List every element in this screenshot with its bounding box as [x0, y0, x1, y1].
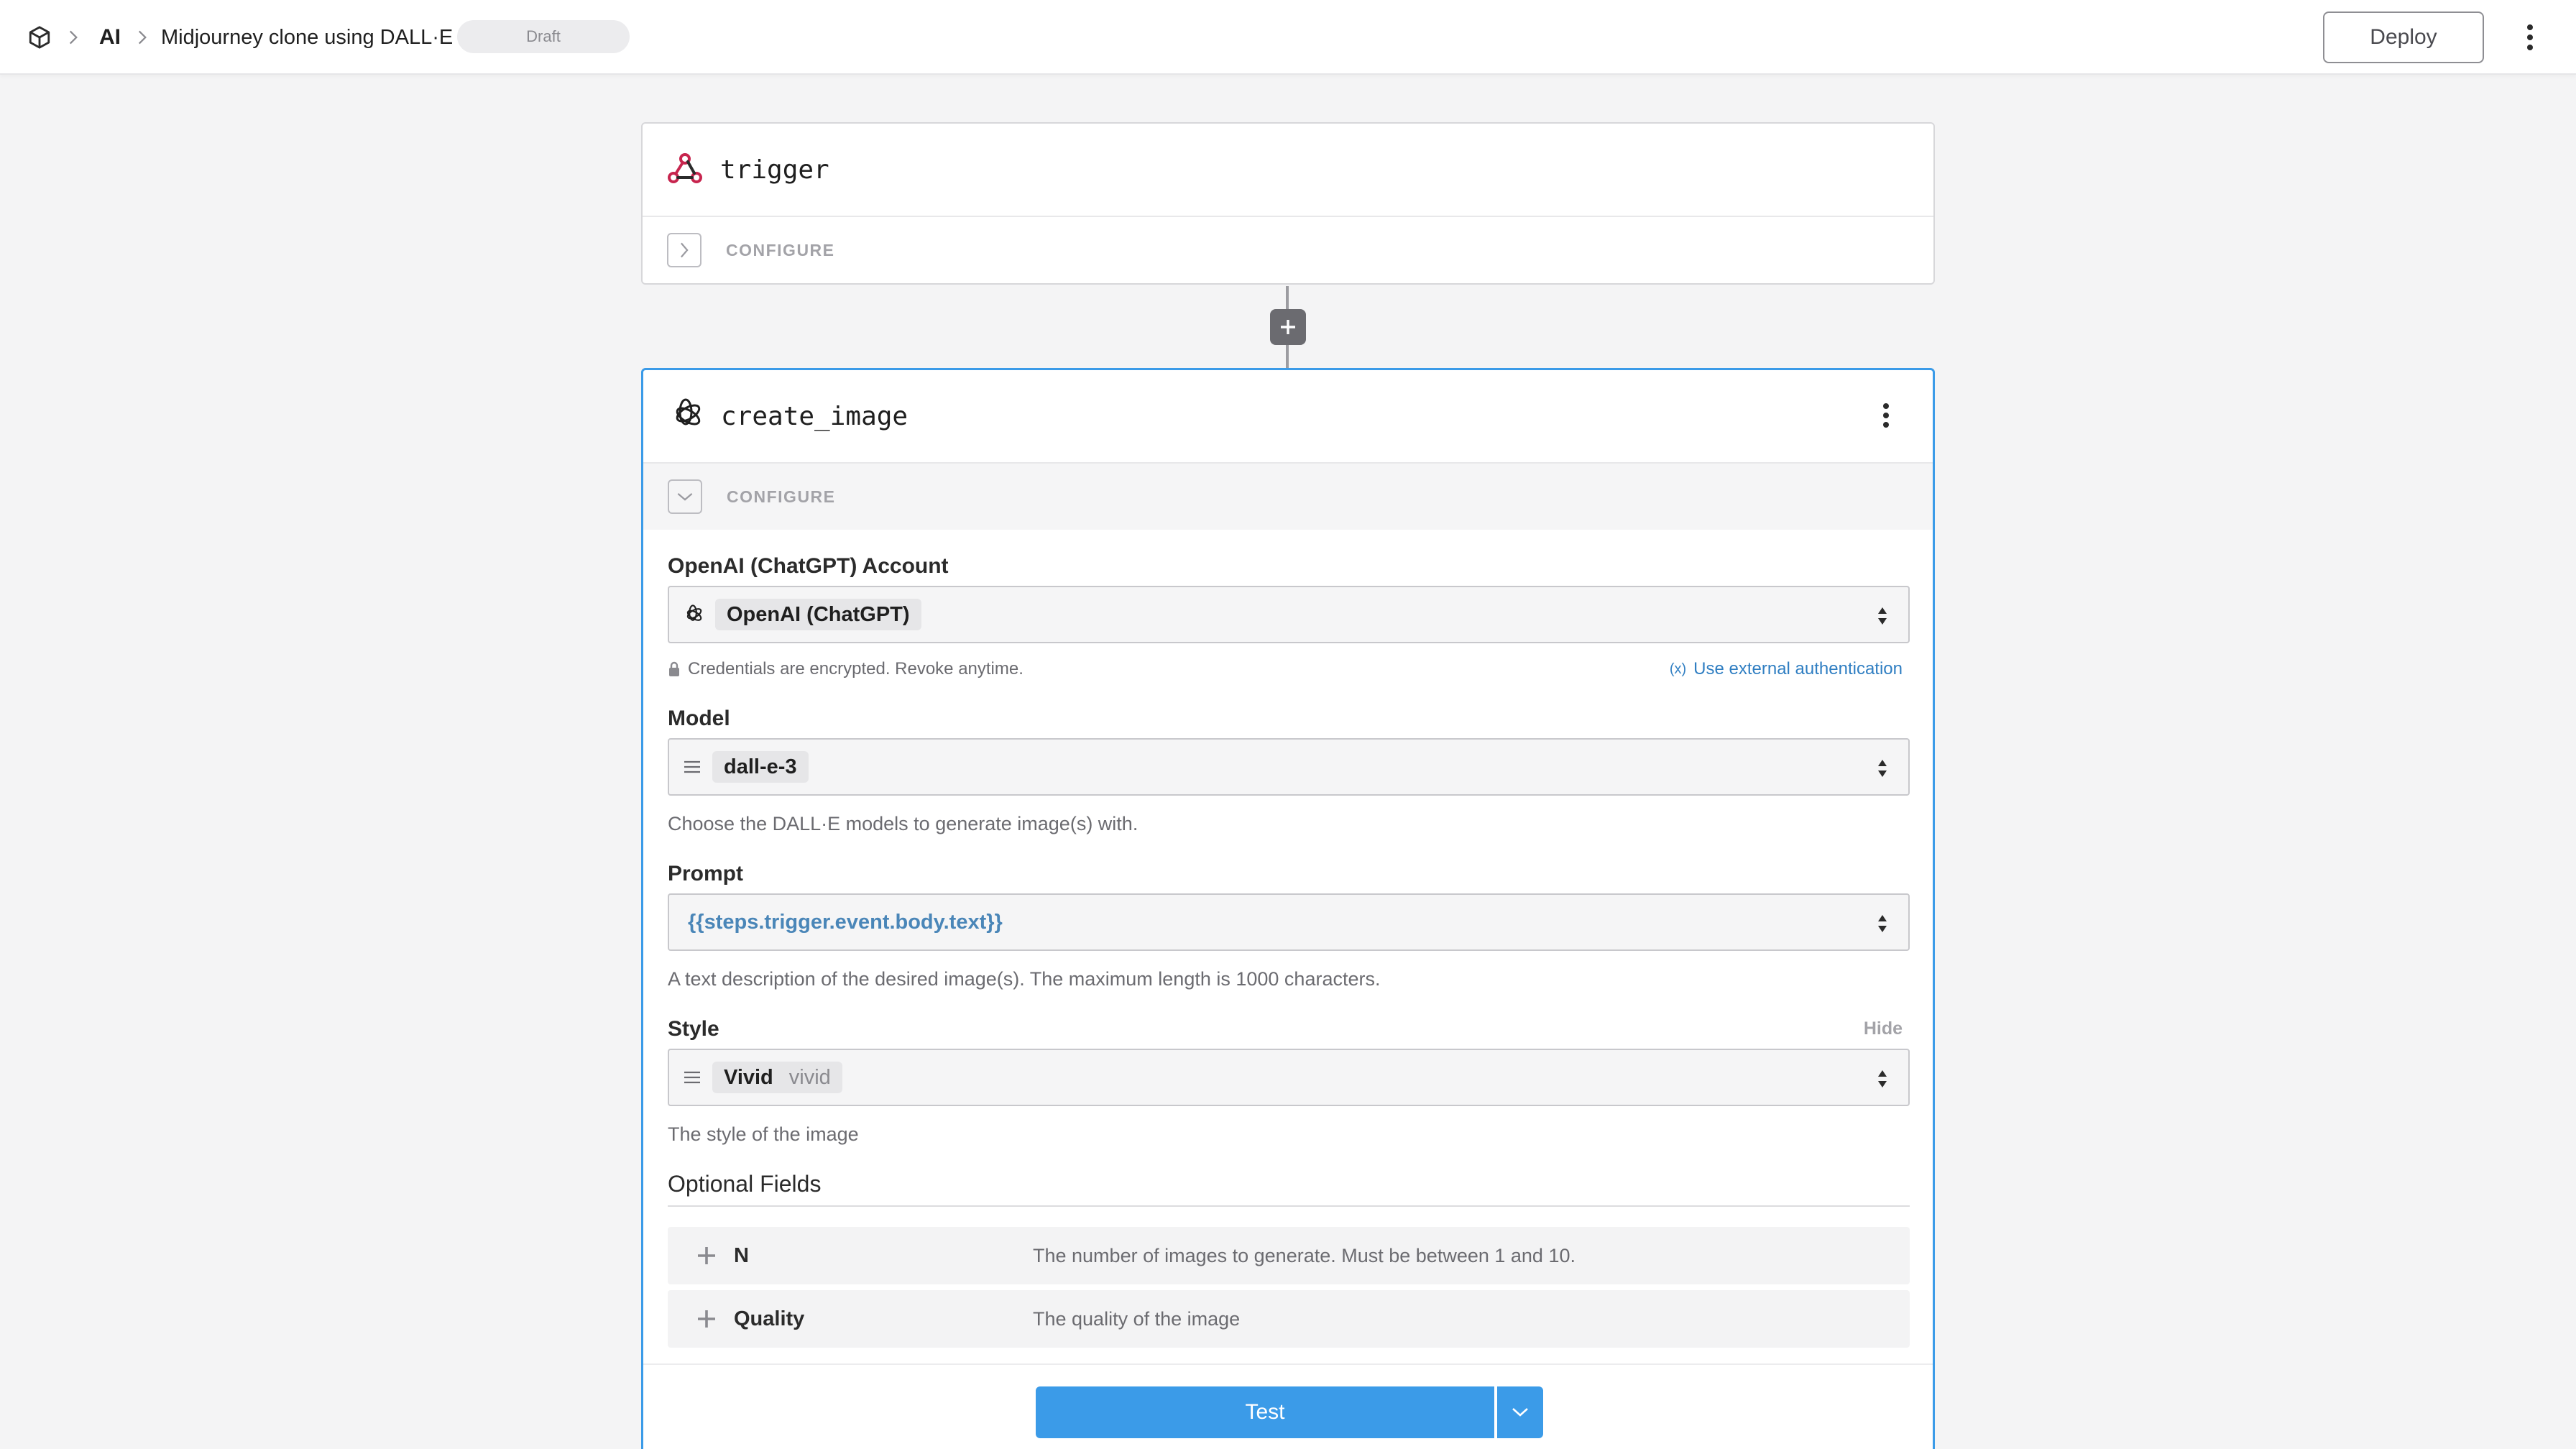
prompt-hint: A text description of the desired image(…: [668, 968, 1381, 990]
plus-icon[interactable]: [696, 1309, 717, 1329]
credentials-note-text: Credentials are encrypted. Revoke anytim…: [688, 659, 1024, 678]
style-value-key: vivid: [788, 1065, 831, 1089]
style-label: Style: [668, 1017, 719, 1041]
account-select[interactable]: OpenAI (ChatGPT): [668, 586, 1910, 643]
chevron-right-icon: [68, 0, 79, 75]
more-options-icon[interactable]: [2526, 24, 2534, 50]
model-hint: Choose the DALL·E models to generate ima…: [668, 813, 1138, 834]
lock-icon: [669, 661, 679, 676]
test-options-button[interactable]: [1497, 1386, 1543, 1438]
step-name[interactable]: create_image: [721, 402, 908, 431]
select-arrows-icon: [1878, 760, 1887, 777]
openai-logo-icon: [682, 604, 704, 625]
external-auth-text[interactable]: Use external authentication: [1693, 659, 1903, 679]
deploy-button[interactable]: Deploy: [2323, 12, 2484, 63]
optional-field-row[interactable]: Quality The quality of the image: [668, 1290, 1910, 1348]
list-icon: [684, 760, 701, 774]
top-bar: AI Midjourney clone using DALL·E Draft D…: [0, 0, 2576, 75]
variable-icon: (x): [1669, 661, 1687, 677]
prompt-input[interactable]: {{steps.trigger.event.body.text}}: [668, 893, 1910, 951]
optional-field-name: N: [734, 1243, 749, 1267]
create-image-step-header[interactable]: create_image: [643, 370, 1933, 464]
model-select[interactable]: dall-e-3: [668, 738, 1910, 796]
divider: [668, 1205, 1910, 1207]
chevron-right-icon[interactable]: [667, 233, 702, 267]
style-value-label: Vivid: [724, 1065, 773, 1089]
style-hint: The style of the image: [668, 1123, 859, 1145]
test-bar: Test: [643, 1363, 1933, 1449]
chevron-right-icon: [137, 0, 148, 75]
style-select[interactable]: Vivid vivid: [668, 1049, 1910, 1106]
configure-form: OpenAI (ChatGPT) Account OpenAI (ChatGPT…: [643, 530, 1933, 1449]
account-label: OpenAI (ChatGPT) Account: [668, 554, 949, 578]
test-button[interactable]: Test: [1036, 1386, 1494, 1438]
add-step-button[interactable]: [1270, 309, 1306, 345]
plus-icon: [1281, 320, 1295, 334]
breadcrumb-project[interactable]: AI: [99, 0, 121, 75]
openai-logo-icon: [668, 397, 704, 436]
step-name[interactable]: trigger: [720, 155, 829, 185]
webhook-icon: [667, 151, 703, 189]
select-arrows-icon: [1878, 607, 1887, 625]
optional-field-description: The number of images to generate. Must b…: [1033, 1244, 1576, 1266]
configure-toggle[interactable]: CONFIGURE: [643, 217, 1933, 283]
chevron-down-icon: [1512, 1408, 1528, 1417]
step-menu-icon[interactable]: [1882, 403, 1890, 428]
account-value: OpenAI (ChatGPT): [715, 599, 921, 630]
cube-logo-icon[interactable]: [27, 0, 52, 75]
trigger-step-header[interactable]: trigger: [643, 124, 1933, 217]
optional-field-description: The quality of the image: [1033, 1307, 1241, 1330]
create-image-step-card[interactable]: create_image CONFIGURE OpenAI (ChatGPT) …: [641, 368, 1935, 1449]
configure-label: CONFIGURE: [726, 240, 835, 259]
status-badge: Draft: [457, 20, 630, 53]
style-value: Vivid vivid: [712, 1062, 842, 1093]
select-arrows-icon: [1878, 915, 1887, 932]
model-label: Model: [668, 707, 730, 730]
model-value: dall-e-3: [712, 751, 809, 783]
chevron-down-icon[interactable]: [668, 479, 702, 514]
trigger-step-card[interactable]: trigger CONFIGURE: [641, 122, 1935, 285]
optional-fields-title: Optional Fields: [668, 1171, 822, 1197]
configure-label: CONFIGURE: [727, 487, 836, 506]
prompt-value[interactable]: {{steps.trigger.event.body.text}}: [688, 911, 1003, 934]
select-arrows-icon: [1878, 1070, 1887, 1087]
optional-field-row[interactable]: N The number of images to generate. Must…: [668, 1227, 1910, 1284]
prompt-label: Prompt: [668, 862, 743, 886]
list-icon: [684, 1070, 701, 1085]
workflow-title[interactable]: Midjourney clone using DALL·E: [161, 0, 453, 75]
plus-icon[interactable]: [696, 1246, 717, 1266]
credentials-note: Credentials are encrypted. Revoke anytim…: [668, 659, 1024, 679]
external-auth-link[interactable]: (x) Use external authentication: [1670, 659, 1903, 679]
configure-toggle[interactable]: CONFIGURE: [643, 464, 1933, 530]
optional-field-name: Quality: [734, 1307, 805, 1330]
hide-style-link[interactable]: Hide: [1864, 1018, 1903, 1039]
